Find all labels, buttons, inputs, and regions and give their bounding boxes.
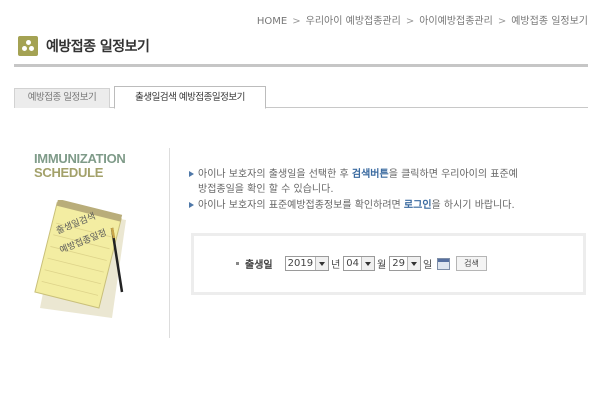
breadcrumb-separator: > <box>292 16 301 27</box>
banner-title-line1: IMMUNIZATION <box>34 151 126 166</box>
banner-title: IMMUNIZATION SCHEDULE <box>34 151 126 180</box>
breadcrumb-item-child-vaccination[interactable]: 아이예방접종관리 <box>419 16 493 27</box>
breadcrumb-separator: > <box>405 16 415 27</box>
month-select[interactable]: 04 <box>343 256 375 271</box>
title-divider <box>14 64 588 67</box>
tab-bar: 예방접종 일정보기 출생일검색 예방접종일정보기 <box>14 86 588 109</box>
info-item-login-guide: 아이나 보호자의 표준예방접종정보를 확인하려면 로그인을 하시기 바랍니다. <box>188 198 588 213</box>
banner-title-line2: SCHEDULE <box>34 165 104 180</box>
info-text: 아이나 보호자의 출생일을 선택한 후 검색버튼을 클릭하면 우리아이의 표준예… <box>188 167 588 214</box>
calendar-icon[interactable] <box>437 257 451 270</box>
search-button-highlight: 검색버튼 <box>351 169 389 180</box>
birthdate-search-box: 출생일 2019 년 04 월 29 일 검색 <box>191 233 586 295</box>
search-button[interactable]: 검색 <box>456 256 487 271</box>
year-unit: 년 <box>331 260 341 271</box>
chevron-down-icon <box>361 257 374 270</box>
page-title: 예방접종 일정보기 <box>46 39 150 55</box>
day-unit: 일 <box>422 260 433 271</box>
year-select[interactable]: 2019 <box>284 256 330 271</box>
breadcrumb-home[interactable]: HOME <box>257 16 287 27</box>
chevron-down-icon <box>315 257 329 270</box>
breadcrumb-separator: > <box>497 16 507 27</box>
notepad-illustration: 출생일검색 예방접종일정 <box>34 200 126 318</box>
chevron-down-icon <box>406 257 420 270</box>
breadcrumb-item-current[interactable]: 예방접종 일정보기 <box>511 16 588 27</box>
info-item-search-guide: 아이나 보호자의 출생일을 선택한 후 검색버튼을 클릭하면 우리아이의 표준예… <box>188 167 588 197</box>
birthdate-label: 출생일 <box>245 260 273 271</box>
tab-birthdate-search-schedule[interactable]: 출생일검색 예방접종일정보기 <box>114 86 266 109</box>
birthdate-search-row: 출생일 2019 년 04 월 29 일 검색 <box>236 256 487 271</box>
month-unit: 월 <box>377 260 387 271</box>
login-link[interactable]: 로그인 <box>404 200 432 211</box>
breadcrumb-item-my-child-vaccination[interactable]: 우리아이 예방접종관리 <box>306 16 401 27</box>
title-dots-icon <box>18 36 38 56</box>
bullet-icon <box>236 262 239 265</box>
day-select[interactable]: 29 <box>389 256 421 271</box>
page-header: 예방접종 일정보기 <box>18 36 150 56</box>
breadcrumb: HOME > 우리아이 예방접종관리 > 아이예방접종관리 > 예방접종 일정보기 <box>257 12 588 27</box>
tab-vaccination-schedule[interactable]: 예방접종 일정보기 <box>14 88 110 108</box>
